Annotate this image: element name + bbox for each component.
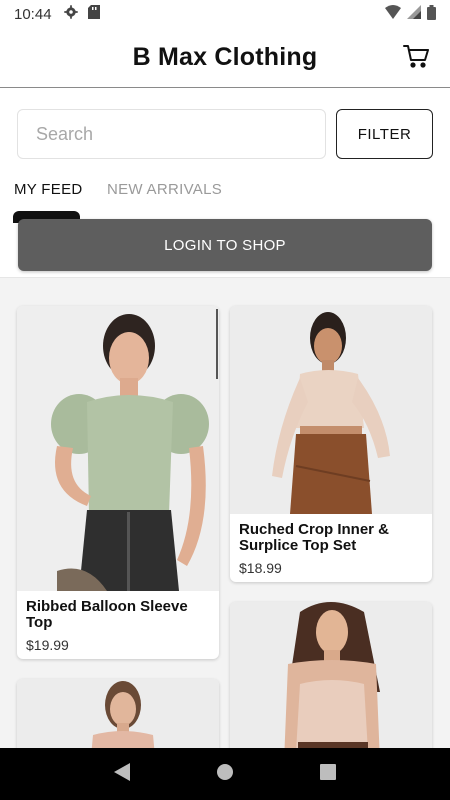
system-nav-bar [0,748,450,800]
cart-button[interactable] [400,42,432,74]
status-time: 10:44 [14,5,52,23]
product-card[interactable]: Ribbed Balloon Sleeve Top $19.99 [17,306,219,659]
product-feed[interactable]: Ribbed Balloon Sleeve Top $19.99 Ruched … [0,277,450,748]
cart-icon [403,44,429,73]
tab-my-feed[interactable]: MY FEED [14,181,83,198]
recents-button[interactable] [308,754,348,794]
search-input[interactable] [17,109,326,159]
battery-icon [427,4,436,24]
product-card[interactable]: Ruched Crop Inner & Surplice Top Set $18… [230,306,432,582]
login-to-shop-button[interactable]: LOGIN TO SHOP [18,219,432,271]
back-icon [113,762,130,786]
product-card[interactable] [17,679,219,748]
signal-icon [407,5,421,23]
product-title[interactable]: Ribbed Balloon Sleeve Top [26,599,210,631]
tab-new-arrivals[interactable]: NEW ARRIVALS [107,181,222,198]
product-image[interactable] [230,306,432,514]
status-bar: 10:44 [0,0,450,28]
product-price: $18.99 [239,560,282,576]
product-card[interactable] [230,602,432,748]
sd-card-icon [87,5,100,23]
product-image[interactable] [17,679,219,748]
wifi-icon [385,5,401,23]
home-button[interactable] [205,754,245,794]
scrollbar[interactable] [216,309,218,379]
filter-button[interactable]: FILTER [336,109,433,159]
product-price: $19.99 [26,637,69,653]
app-header: B Max Clothing [0,28,450,88]
product-image[interactable] [17,306,219,591]
app-title: B Max Clothing [132,43,318,71]
back-button[interactable] [102,754,142,794]
home-icon [216,763,233,785]
settings-icon [63,5,78,23]
product-title[interactable]: Ruched Crop Inner & Surplice Top Set [239,522,423,554]
recents-icon [320,763,337,785]
product-image[interactable] [230,602,432,748]
